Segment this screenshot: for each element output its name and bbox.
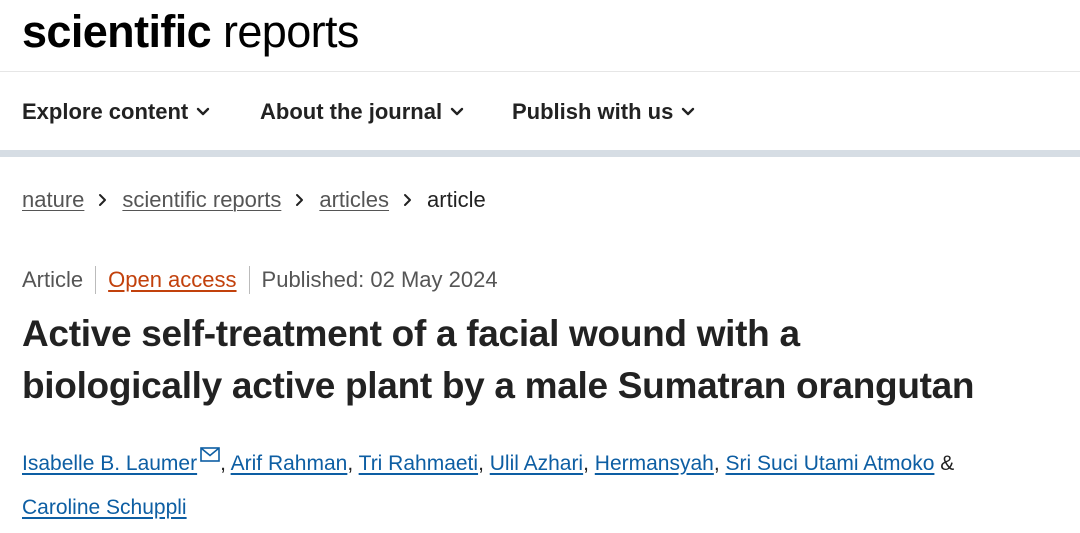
article-type: Article	[22, 267, 84, 292]
author-ampersand: &	[940, 452, 955, 475]
site-header: scientific reports	[0, 0, 1080, 72]
chevron-down-icon	[681, 107, 695, 117]
nav-about-journal[interactable]: About the journal	[260, 97, 464, 127]
breadcrumb: nature scientific reports articles artic…	[22, 184, 486, 216]
nav-explore-content[interactable]: Explore content	[22, 97, 210, 127]
meta-divider	[248, 266, 250, 294]
journal-logo[interactable]: scientific reports	[22, 6, 359, 58]
nav-publish-with-us[interactable]: Publish with us	[512, 97, 695, 127]
chevron-right-icon	[98, 193, 108, 207]
article-title-line-2: biologically active plant by a male Suma…	[22, 365, 975, 406]
breadcrumb-nature[interactable]: nature	[22, 187, 84, 213]
author-list: Isabelle B. Laumer, Arif Rahman, Tri Rah…	[22, 434, 1062, 530]
author-link[interactable]: Arif Rahman	[231, 452, 348, 475]
author-link[interactable]: Sri Suci Utami Atmoko	[726, 452, 935, 475]
published-date: Published: 02 May 2024	[261, 267, 498, 292]
breadcrumb-current: article	[427, 187, 486, 212]
author-link[interactable]: Tri Rahmaeti	[359, 452, 478, 475]
author-link[interactable]: Isabelle B. Laumer	[22, 452, 197, 475]
article-title: Active self-treatment of a facial wound …	[22, 308, 1072, 412]
envelope-icon[interactable]	[200, 434, 220, 478]
article-meta: Article Open access Published: 02 May 20…	[22, 264, 498, 296]
main-nav: Explore content About the journal Publis…	[0, 73, 1080, 150]
chevron-right-icon	[295, 193, 305, 207]
breadcrumb-articles[interactable]: articles	[319, 187, 389, 213]
chevron-down-icon	[196, 107, 210, 117]
open-access-link[interactable]: Open access	[108, 267, 236, 293]
article-title-line-1: Active self-treatment of a facial wound …	[22, 313, 800, 354]
breadcrumb-scientific-reports[interactable]: scientific reports	[122, 187, 281, 213]
author-link[interactable]: Ulil Azhari	[490, 452, 583, 475]
meta-divider	[95, 266, 97, 294]
author-link[interactable]: Caroline Schuppli	[22, 496, 187, 519]
chevron-down-icon	[450, 107, 464, 117]
nav-divider	[0, 150, 1080, 157]
chevron-right-icon	[403, 193, 413, 207]
author-link[interactable]: Hermansyah	[595, 452, 714, 475]
